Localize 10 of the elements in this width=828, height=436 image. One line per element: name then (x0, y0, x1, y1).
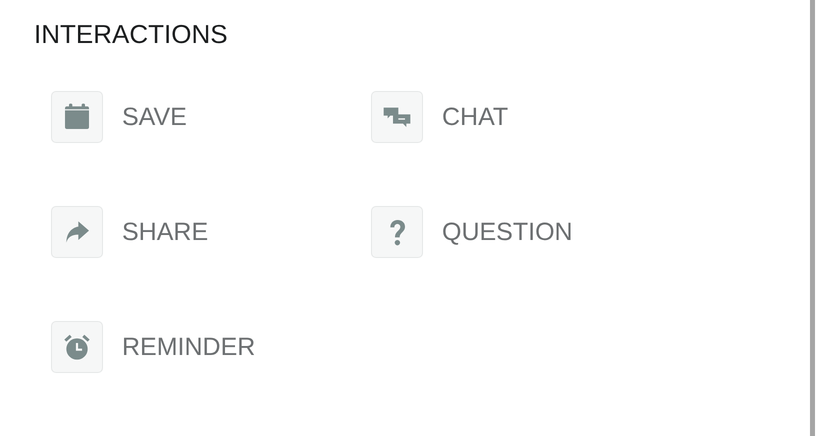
interaction-button[interactable]: REMINDER (51, 321, 256, 373)
calendar-icon (51, 91, 103, 143)
interaction-button[interactable]: SAVE (51, 91, 187, 143)
question-mark-icon (371, 206, 423, 258)
section-title: INTERACTIONS (34, 19, 229, 49)
chat-bubbles-icon (371, 91, 423, 143)
interaction-button[interactable]: CHAT (371, 91, 508, 143)
alarm-clock-icon (51, 321, 103, 373)
interaction-button[interactable]: QUESTION (371, 206, 573, 258)
interaction-button[interactable]: SHARE (51, 206, 208, 258)
